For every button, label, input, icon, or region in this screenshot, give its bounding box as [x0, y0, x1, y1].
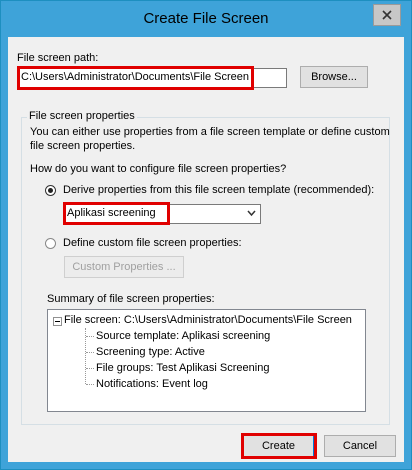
properties-intro-line-1: You can either use properties from a fil…	[30, 126, 390, 138]
tree-connector	[86, 336, 94, 337]
define-custom-label[interactable]: Define custom file screen properties:	[63, 237, 242, 249]
tree-connector	[86, 368, 94, 369]
file-screen-path-label: File screen path:	[17, 52, 99, 64]
summary-item: Screening type: Active	[96, 346, 205, 358]
collapse-icon[interactable]	[53, 317, 62, 326]
dialog-body: File screen path: C:\Users\Administrator…	[8, 37, 404, 462]
summary-item: Source template: Aplikasi screening	[96, 330, 271, 342]
close-icon	[382, 10, 392, 20]
derive-from-template-label[interactable]: Derive properties from this file screen …	[63, 184, 374, 196]
summary-item: File groups: Test Aplikasi Screening	[96, 362, 270, 374]
derive-from-template-radio[interactable]	[45, 185, 56, 196]
title-bar[interactable]: Create File Screen	[1, 1, 411, 37]
properties-intro-line-2: file screen properties.	[30, 140, 136, 152]
summary-root: File screen: C:\Users\Administrator\Docu…	[64, 314, 352, 326]
configure-question-label: How do you want to configure file screen…	[30, 163, 287, 175]
dialog-title: Create File Screen	[143, 10, 269, 27]
custom-properties-button[interactable]: Custom Properties ...	[64, 256, 184, 278]
file-screen-properties-group-label: File screen properties	[27, 110, 137, 122]
cancel-button[interactable]: Cancel	[324, 435, 396, 457]
chevron-down-icon	[247, 208, 256, 220]
create-file-screen-dialog: Create File Screen File screen path: C:\…	[0, 0, 412, 470]
create-highlight-box	[241, 433, 317, 459]
summary-label: Summary of file screen properties:	[47, 293, 215, 305]
path-highlight-box	[17, 66, 254, 90]
define-custom-radio[interactable]	[45, 238, 56, 249]
summary-item: Notifications: Event log	[96, 378, 208, 390]
tree-connector	[86, 352, 94, 353]
close-button[interactable]	[373, 4, 401, 26]
template-highlight-box	[63, 202, 170, 225]
browse-button[interactable]: Browse...	[300, 66, 368, 88]
tree-connector	[86, 384, 94, 385]
summary-tree[interactable]: File screen: C:\Users\Administrator\Docu…	[47, 309, 366, 412]
